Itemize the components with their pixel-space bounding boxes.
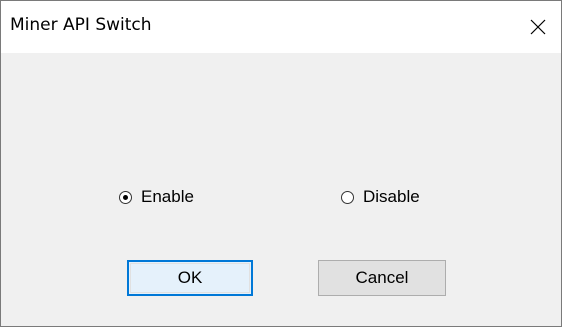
close-icon [530,19,546,35]
cancel-button[interactable]: Cancel [318,260,446,296]
radio-button-icon[interactable] [119,190,132,204]
title-bar[interactable]: Miner API Switch [1,1,561,53]
radio-enable[interactable]: Enable [119,186,194,208]
window-title: Miner API Switch [10,15,152,35]
dialog-body: Enable Disable OK Cancel [1,53,561,326]
radio-button-icon[interactable] [341,190,354,204]
radio-enable-label[interactable]: Enable [141,187,194,207]
dialog-window: Miner API Switch Enable Disable OK Cance… [0,0,562,327]
radio-disable-label[interactable]: Disable [363,187,420,207]
radio-disable[interactable]: Disable [341,186,420,208]
ok-button[interactable]: OK [127,260,253,296]
close-button[interactable] [515,1,561,53]
